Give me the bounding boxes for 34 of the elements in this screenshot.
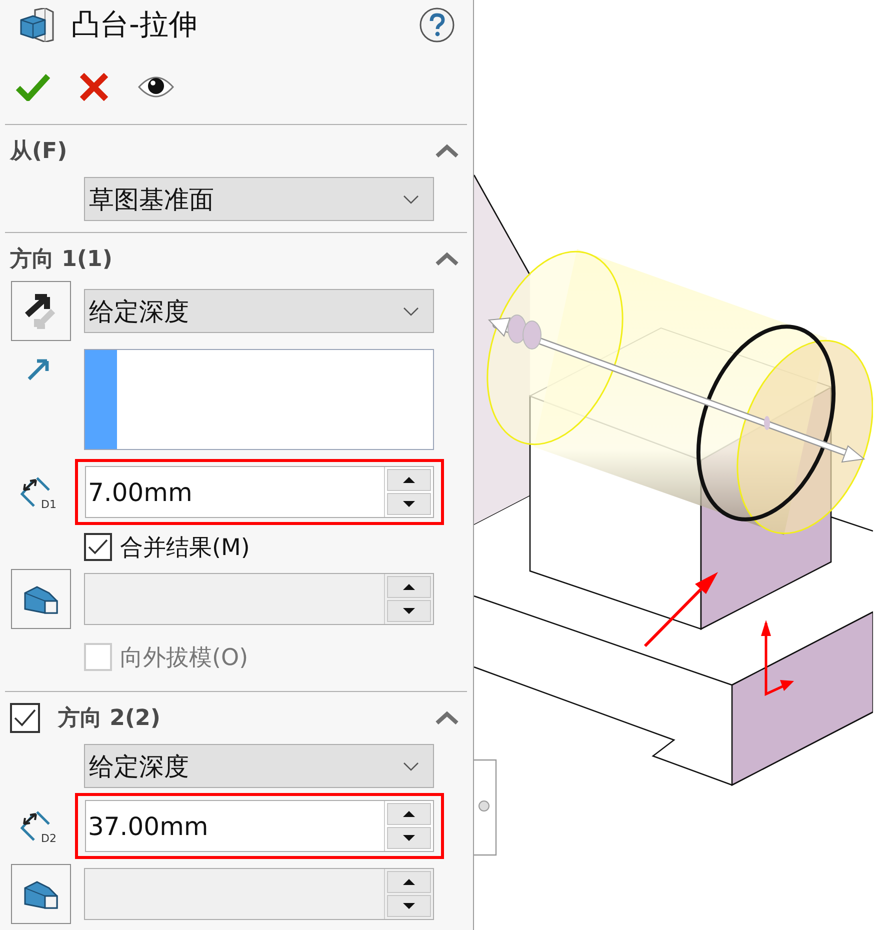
depth-spin-field[interactable]: 7.00mm (85, 466, 434, 518)
collapse-chevron-icon[interactable] (435, 252, 459, 266)
checkbox-label: 向外拔模(O) (120, 644, 248, 672)
end-condition-dropdown[interactable]: 给定深度 (84, 744, 434, 788)
depth-spin-field[interactable]: 37.00mm (85, 800, 434, 852)
extrude-boss-icon (19, 8, 55, 42)
increment-button[interactable] (387, 469, 431, 491)
collapse-chevron-icon[interactable] (435, 144, 459, 158)
draft-button[interactable] (11, 569, 71, 629)
selection-list[interactable] (84, 348, 434, 450)
reverse-direction-button[interactable] (11, 281, 71, 341)
check-icon[interactable] (16, 73, 50, 101)
caret-icon (403, 762, 419, 770)
caret-icon (403, 194, 419, 204)
section-title: 方向 1(1) (10, 246, 114, 274)
collapse-chevron-icon[interactable] (435, 711, 459, 725)
eye-icon[interactable] (138, 74, 174, 100)
panel-title: 凸台-拉伸 (71, 6, 198, 43)
increment-button[interactable] (387, 803, 431, 825)
decrement-button[interactable] (387, 493, 431, 515)
end-condition-dropdown[interactable]: 给定深度 (84, 289, 434, 333)
direction-arrow-icon (27, 357, 51, 381)
draft-button[interactable] (11, 864, 71, 924)
panel-tab[interactable] (474, 759, 497, 856)
merge-result-checkbox[interactable] (84, 533, 112, 561)
direction-2-checkbox[interactable] (10, 703, 40, 733)
close-icon[interactable] (80, 73, 108, 101)
help-icon[interactable] (419, 7, 455, 43)
section-title: 方向 2(2) (58, 704, 162, 733)
checkbox-label: 合并结果(M) (120, 534, 250, 562)
section-title: 从(F) (10, 138, 68, 166)
caret-icon (403, 306, 419, 316)
start-condition-dropdown[interactable]: 草图基准面 (84, 177, 434, 221)
decrement-button[interactable] (387, 827, 431, 849)
